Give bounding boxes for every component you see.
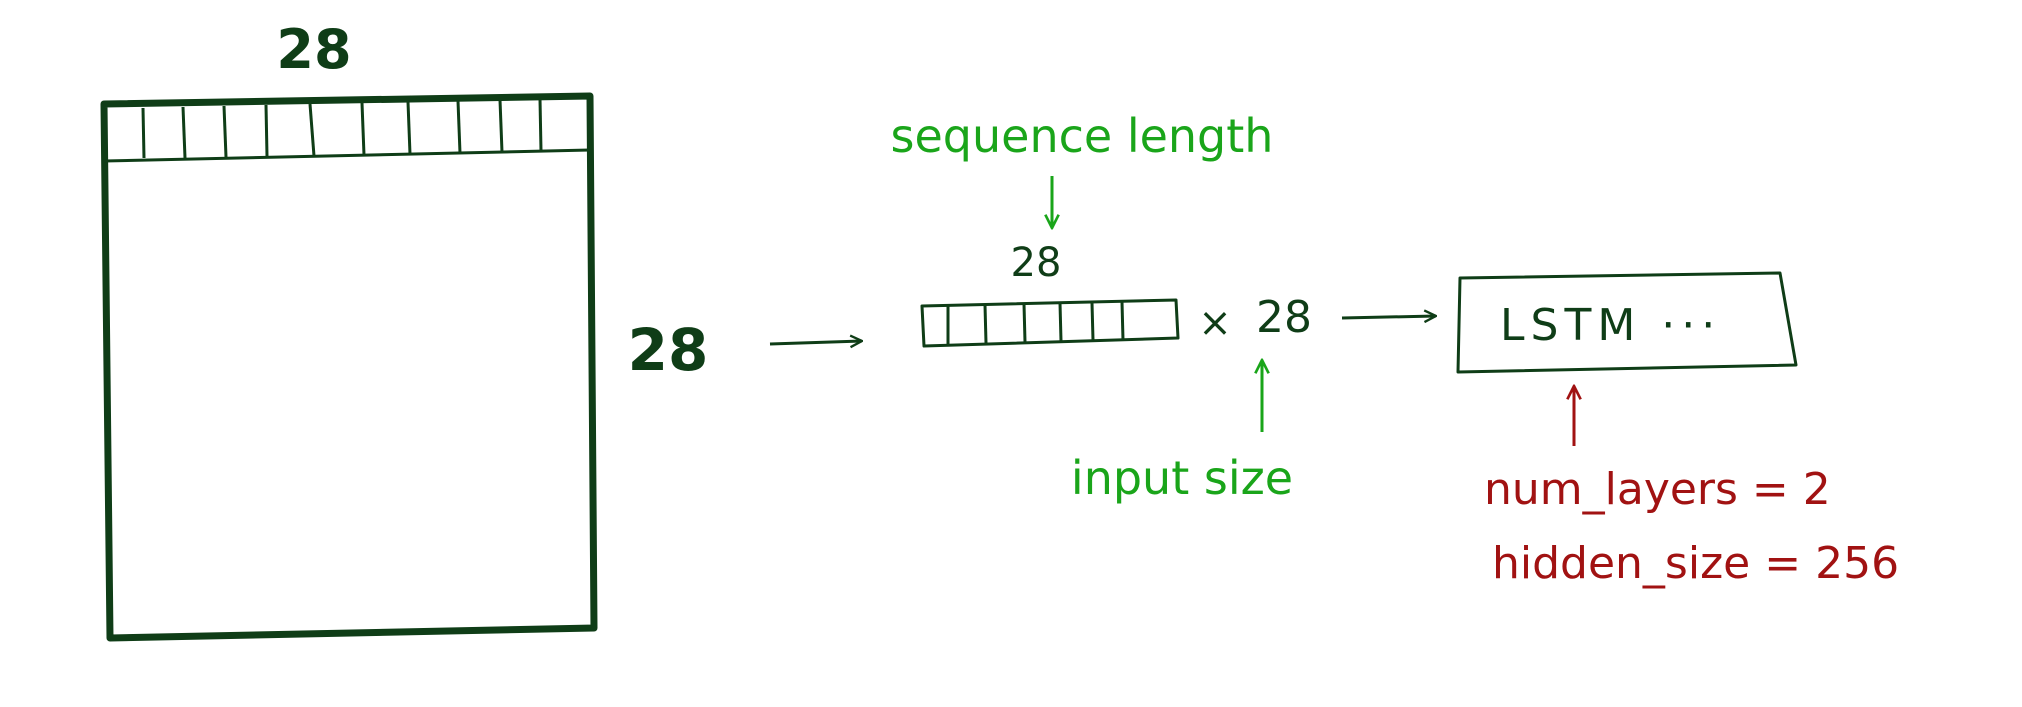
input-size-caption: input size [1071,451,1293,505]
image-square-outline [100,92,598,642]
arrow-sequence-to-lstm [1341,316,1436,318]
sequence-length-value: 28 [1011,240,1062,286]
multiplier-value: 28 [1256,292,1312,343]
sequence-row-cells [946,301,1125,344]
hidden-size-text: hidden_size = 256 [1492,538,1899,589]
multiplier-symbol: × [1198,300,1232,346]
image-first-row-cells [141,98,543,159]
lstm-input-diagram: 28 28 sequence length 28 × 28 input size… [100,18,1899,642]
arrow-image-to-sequence [769,341,862,344]
image-height-label: 28 [628,316,709,384]
sequence-length-caption: sequence length [891,109,1274,163]
image-square [100,92,598,642]
sequence-row-strip [920,298,1180,348]
lstm-label: LSTM ··· [1500,300,1721,351]
image-width-label: 28 [276,18,351,81]
num-layers-text: num_layers = 2 [1484,464,1831,515]
sequence-row-outline [920,298,1180,348]
image-first-row-divider [103,148,591,163]
